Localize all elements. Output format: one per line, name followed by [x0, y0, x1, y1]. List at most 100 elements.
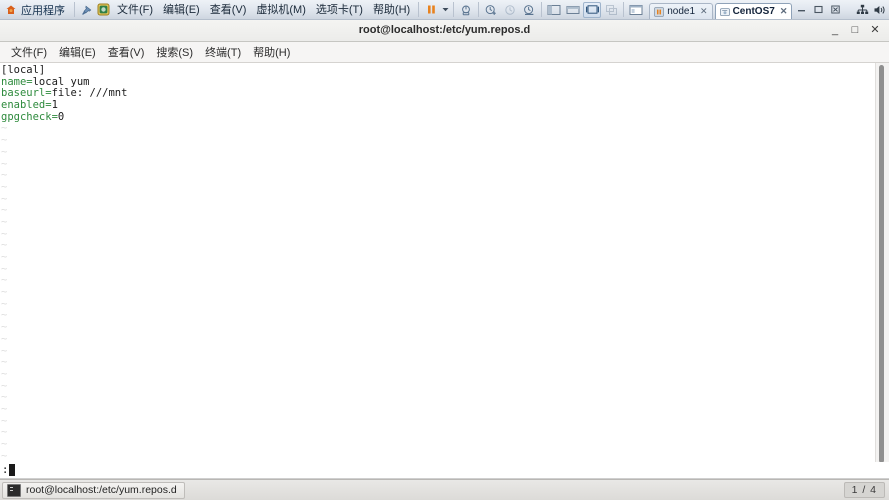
terminal-menu-view[interactable]: 查看(V)	[102, 42, 151, 62]
vim-empty-line-marker: ~	[1, 332, 8, 345]
vm-tab-centos7[interactable]: CentOS7 ✕	[714, 3, 793, 19]
terminal-menu-file[interactable]: 文件(F)	[5, 42, 53, 62]
applications-menu-label: 应用程序	[21, 4, 65, 17]
terminal-menu-terminal[interactable]: 终端(T)	[199, 42, 247, 62]
workspace-indicator[interactable]: 1 / 4	[843, 482, 885, 498]
vm-tab-node1-label: node1	[667, 6, 696, 17]
terminal-minimize-button[interactable]: _	[830, 20, 840, 41]
vmware-close-button[interactable]	[828, 3, 843, 17]
power-settings-button[interactable]	[457, 2, 475, 18]
terminal-close-button[interactable]: ✕	[870, 20, 880, 41]
vm-running-icon	[719, 7, 730, 16]
snapshot-revert-button[interactable]	[501, 2, 519, 18]
snapshot-manager-button[interactable]	[520, 2, 538, 18]
vm-suspended-icon	[654, 6, 665, 17]
vmware-maximize-button[interactable]	[811, 3, 826, 17]
vim-empty-line-marker: ~	[1, 227, 8, 240]
taskbar-item-terminal-label: root@localhost:/etc/yum.repos.d	[26, 484, 177, 496]
vm-menu-edit[interactable]: 编辑(E)	[158, 2, 205, 18]
vim-buffer[interactable]: [local] name=local yum baseurl=file: ///mn…	[0, 63, 875, 462]
vim-line-2: baseurl=file: ///mnt	[1, 88, 875, 100]
vim-empty-line-marker: ~	[1, 286, 8, 299]
vmware-workstation-window: 应用程序 文件(F) 编辑(E) 查看(V) 虚拟机(M) 选项卡(T) 帮助(…	[0, 0, 889, 500]
toolbar-divider-6	[623, 2, 625, 17]
volume-icon[interactable]	[872, 3, 887, 17]
guest-taskbar: root@localhost:/etc/yum.repos.d 1 / 4	[0, 479, 889, 500]
vm-menu-tabs[interactable]: 选项卡(T)	[311, 2, 368, 18]
vim-line-1-value: local yum	[32, 75, 90, 88]
vim-empty-line-marker: ~	[1, 402, 8, 415]
vim-line-3-value: 1	[51, 99, 58, 112]
vm-tab-node1-close-icon[interactable]: ✕	[700, 7, 708, 16]
vim-empty-line-marker: ~	[1, 438, 8, 450]
vim-empty-line-marker: ~	[1, 309, 8, 322]
thumbnail-bar-button[interactable]	[564, 2, 582, 18]
vmware-menu-toolbar: 应用程序 文件(F) 编辑(E) 查看(V) 虚拟机(M) 选项卡(T) 帮助(…	[0, 0, 889, 20]
vm-tab-centos7-close-icon[interactable]: ✕	[780, 7, 788, 16]
vim-empty-line-marker: ~	[1, 297, 8, 310]
vim-line-4-value: 0	[57, 110, 65, 123]
vim-empty-line-marker: ~	[1, 251, 8, 263]
vim-empty-line-marker: ~	[1, 449, 8, 462]
terminal-body[interactable]: [local] name=local yum baseurl=file: ///mn…	[0, 63, 889, 462]
fullscreen-button[interactable]	[583, 1, 602, 18]
terminal-scrollbar[interactable]	[875, 63, 889, 462]
vm-menu-file[interactable]: 文件(F)	[112, 2, 158, 18]
applications-menu-button[interactable]: 应用程序	[2, 0, 71, 19]
vm-menu-help[interactable]: 帮助(H)	[368, 2, 415, 18]
library-button[interactable]	[627, 2, 645, 18]
toolbar-divider-4	[478, 2, 480, 17]
terminal-menu-search[interactable]: 搜索(S)	[150, 42, 199, 62]
vim-command-prompt: :	[2, 464, 9, 476]
terminal-maximize-button[interactable]: □	[850, 20, 860, 41]
vim-empty-line-marker: ~	[1, 262, 8, 275]
vm-tab-strip: node1 ✕ CentOS7 ✕	[649, 0, 794, 19]
vim-command-line[interactable]: :	[0, 462, 889, 479]
vim-line-3: enabled=1	[1, 99, 875, 112]
vm-tab-node1[interactable]: node1 ✕	[649, 3, 713, 19]
vim-empty-line-marker: ~	[1, 414, 8, 427]
vim-line-4: gpgcheck=0	[1, 110, 875, 124]
vim-empty-line-marker: ~	[1, 321, 8, 334]
vmware-minimize-button[interactable]	[794, 3, 809, 17]
vim-cursor	[9, 464, 16, 476]
vim-line-2-value: file: ///mnt	[51, 87, 128, 100]
vim-line-3-key: enabled=	[1, 99, 52, 112]
vim-empty-line-marker: ~	[1, 274, 8, 287]
vim-empty-line-marker: ~	[1, 134, 8, 147]
terminal-scrollbar-thumb[interactable]	[879, 65, 884, 462]
power-toolbar-group	[422, 2, 450, 18]
snapshot-toolbar-group	[482, 2, 538, 18]
sidebar-panel-button[interactable]	[545, 2, 563, 18]
terminal-icon	[7, 483, 21, 497]
taskbar-item-terminal[interactable]: root@localhost:/etc/yum.repos.d	[2, 481, 185, 499]
vim-line-1-key: name=	[1, 75, 33, 88]
vim-line-0-section: [local]	[1, 64, 46, 76]
toolbar-divider	[74, 2, 75, 17]
vim-line-1: name=local yum	[1, 75, 875, 89]
terminal-menu-edit[interactable]: 编辑(E)	[53, 42, 102, 62]
vm-menu-vm[interactable]: 虚拟机(M)	[251, 2, 311, 18]
guest-os-screen: root@localhost:/etc/yum.repos.d _ □ ✕ 文件…	[0, 20, 889, 500]
vmware-menubar: 文件(F) 编辑(E) 查看(V) 虚拟机(M) 选项卡(T) 帮助(H)	[112, 0, 415, 19]
vim-empty-line-marker: ~	[1, 379, 8, 392]
toolbar-divider-5	[541, 2, 543, 17]
vim-empty-line-marker: ~	[1, 180, 8, 193]
suspend-dropdown[interactable]	[441, 3, 450, 17]
snapshot-add-button[interactable]	[482, 2, 500, 18]
network-icon[interactable]	[855, 3, 870, 17]
home-library-icon[interactable]	[95, 2, 112, 18]
vim-empty-line-marker: ~	[1, 344, 8, 357]
suspend-button[interactable]	[422, 2, 440, 18]
terminal-menubar: 文件(F) 编辑(E) 查看(V) 搜索(S) 终端(T) 帮助(H)	[0, 42, 889, 63]
unity-mode-button[interactable]	[602, 2, 620, 18]
vim-empty-line-marker: ~	[1, 426, 8, 439]
vm-menu-view[interactable]: 查看(V)	[205, 2, 252, 18]
vm-tab-centos7-label: CentOS7	[732, 6, 775, 17]
vim-empty-line-marker: ~	[1, 391, 8, 404]
pin-icon[interactable]	[78, 2, 95, 18]
vim-empty-line-marker: ~	[1, 215, 8, 228]
vim-empty-line-marker: ~	[1, 122, 8, 135]
vim-empty-line-marker: ~	[1, 356, 8, 369]
terminal-menu-help[interactable]: 帮助(H)	[247, 42, 296, 62]
